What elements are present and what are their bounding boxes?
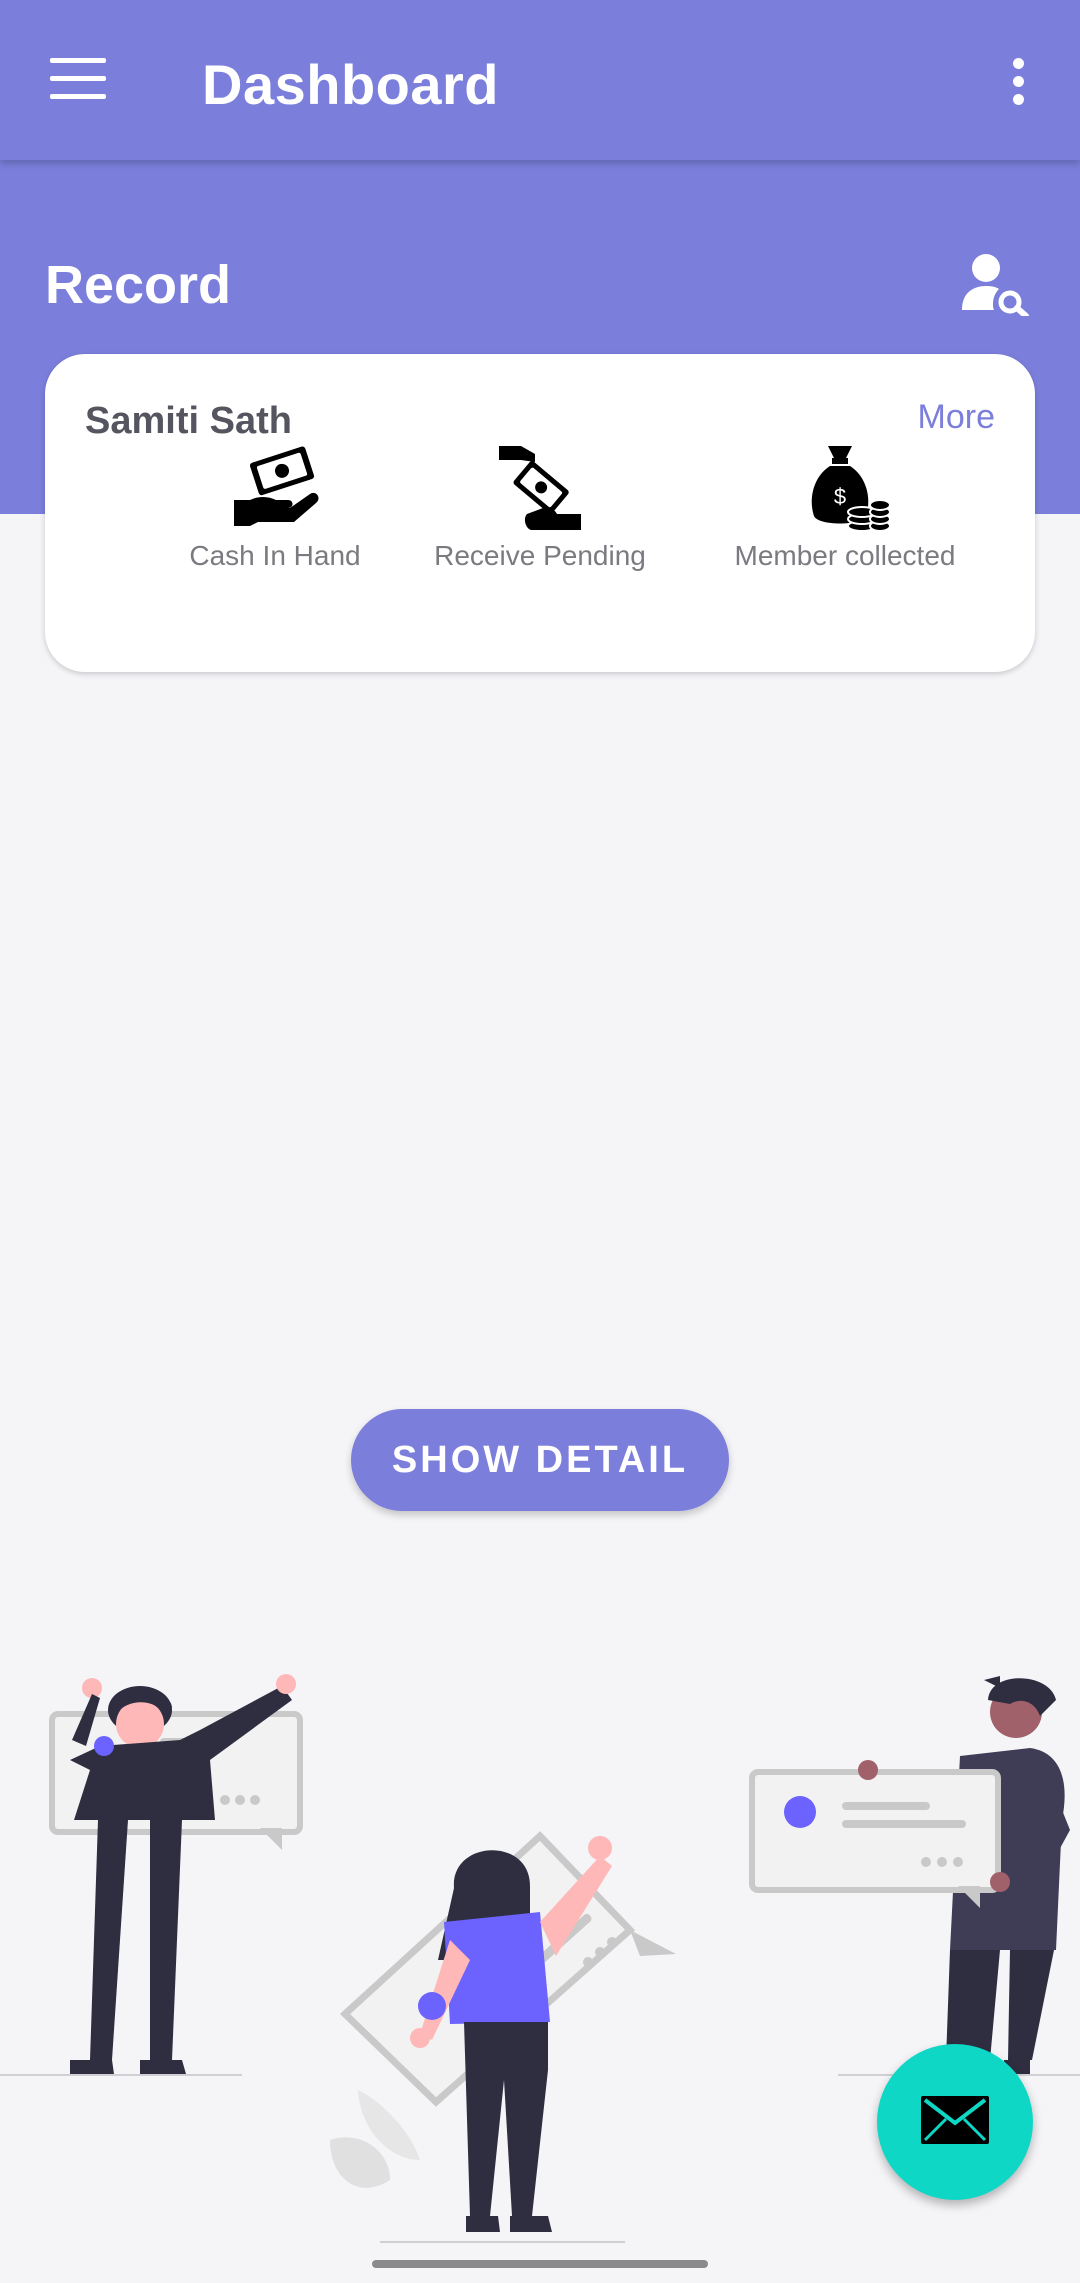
page-title: Dashboard — [202, 53, 499, 116]
section-title: Record — [45, 255, 232, 315]
more-vert-icon[interactable] — [1008, 58, 1028, 106]
stat-label: Receive Pending — [434, 540, 646, 571]
cash-in-hand-icon — [230, 442, 320, 532]
money-bag-icon: $ — [800, 442, 891, 532]
card-title: Samiti Sath — [85, 400, 292, 442]
stat-receive-pending[interactable]: Receive Pending — [400, 442, 680, 572]
stat-label: Member collected — [734, 540, 956, 571]
svg-text:$: $ — [834, 484, 846, 509]
app-bar: Dashboard — [0, 0, 1080, 160]
receive-pending-icon — [495, 442, 585, 532]
hamburger-icon[interactable] — [50, 58, 106, 99]
show-detail-button[interactable]: SHOW DETAIL — [351, 1409, 729, 1511]
user-search-icon[interactable] — [962, 252, 1032, 319]
mail-icon — [920, 2095, 990, 2150]
stat-member-collected[interactable]: $ Member collected — [705, 442, 985, 572]
more-link[interactable]: More — [918, 398, 995, 437]
record-card: Samiti Sath More Cash In Hand Receive Pe… — [45, 354, 1035, 672]
mail-fab-button[interactable] — [877, 2044, 1033, 2200]
stat-label: Cash In Hand — [189, 540, 361, 571]
stat-cash-in-hand[interactable]: Cash In Hand — [135, 442, 415, 572]
home-indicator[interactable] — [372, 2260, 708, 2268]
